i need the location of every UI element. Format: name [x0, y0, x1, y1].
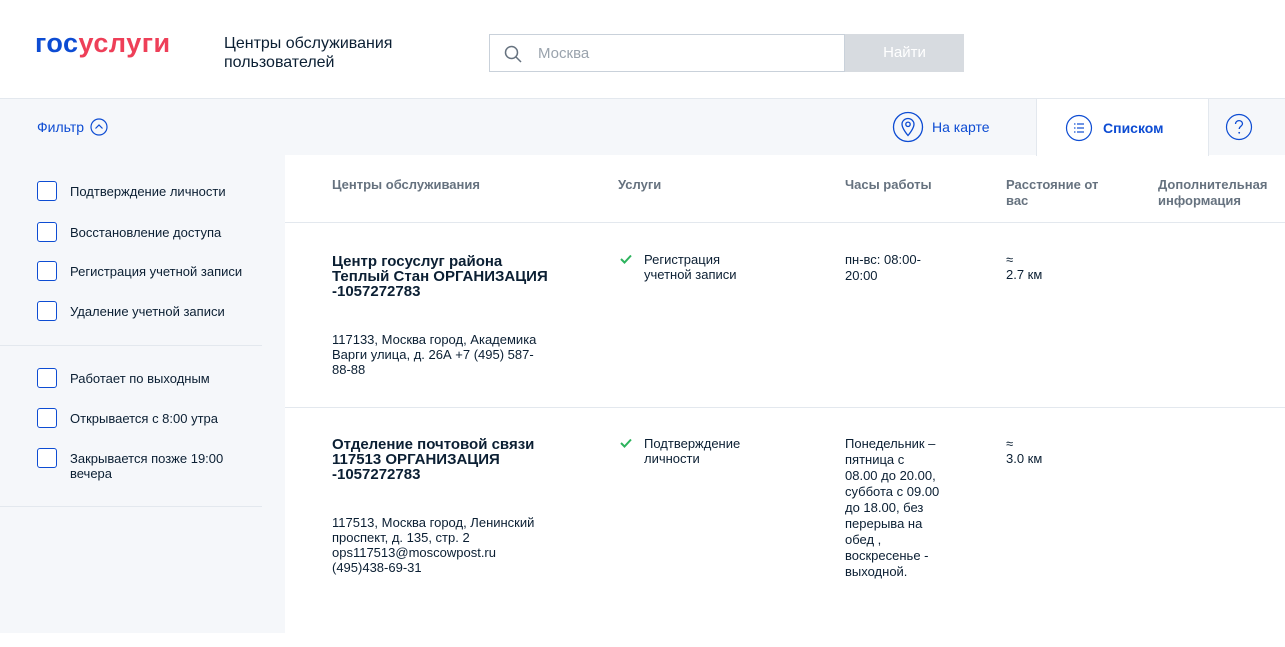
tab-list[interactable]: Списком [1036, 99, 1209, 156]
find-button[interactable]: Найти [845, 34, 964, 72]
filter-weekends[interactable]: Работает по выходным [37, 368, 260, 388]
center-address: 117133, Москва город, Академика Варги ул… [332, 332, 537, 377]
header: госуслуги Центры обслуживания пользовате… [0, 0, 1285, 99]
logo-part-gos: гос [35, 28, 79, 58]
column-header-services: Услуги [618, 177, 662, 192]
service-item: Регистрация учетной записи [618, 252, 754, 282]
distance-value: 3.0 км [1006, 451, 1043, 466]
filter-label: Подтверждение личности [70, 184, 226, 199]
filter-divider [0, 506, 262, 507]
filter-closes-after-19[interactable]: Закрывается позже 19:00 вечера [37, 448, 260, 481]
filter-label: Регистрация учетной записи [70, 264, 243, 279]
filter-divider [0, 345, 262, 346]
filter-label: Открывается с 8:00 утра [70, 411, 219, 426]
distance-approx: ≈ [1006, 252, 1014, 267]
distance: ≈ 2.7 км [1006, 252, 1042, 282]
service-label: Подтверждение личности [644, 436, 741, 466]
checkbox[interactable] [37, 448, 57, 468]
filter-toggle[interactable]: Фильтр [37, 118, 108, 136]
filter-label: Восстановление доступа [70, 225, 222, 240]
filter-sidebar: Подтверждение личности Восстановление до… [0, 155, 285, 633]
checkbox[interactable] [37, 222, 57, 242]
check-icon [620, 254, 632, 264]
filter-identity-confirmation[interactable]: Подтверждение личности [37, 181, 260, 201]
center-name[interactable]: Отделение почтовой связи 117513 ОРГАНИЗА… [332, 437, 562, 482]
search-icon [504, 45, 522, 63]
service-label: Регистрация учетной записи [644, 252, 737, 282]
column-header-hours: Часы работы [845, 177, 932, 192]
distance: ≈ 3.0 км [1006, 436, 1042, 466]
page-subtitle: Центры обслуживания пользователей [224, 35, 393, 71]
column-header-additional-info: Дополнительная информация [1158, 177, 1268, 208]
gosuslugi-logo[interactable]: госуслуги [35, 28, 171, 58]
working-hours: пн-вс: 08:00-20:00 [845, 252, 921, 283]
map-pin-icon [892, 111, 924, 143]
checkbox[interactable] [37, 261, 57, 281]
column-header-distance: Расстояние от вас [1006, 177, 1099, 208]
service-item: Подтверждение личности [618, 436, 754, 466]
question-icon[interactable] [1225, 113, 1253, 141]
toolbar: Фильтр На карте Списком [0, 99, 1285, 156]
check-icon [620, 438, 632, 448]
tab-map-label: На карте [932, 119, 990, 135]
filter-label: Удаление учетной записи [70, 304, 225, 319]
filter-label: Закрывается позже 19:00 вечера [70, 451, 224, 481]
distance-approx: ≈ [1006, 436, 1014, 451]
checkbox[interactable] [37, 408, 57, 428]
center-address: 117513, Москва город, Ленинский проспект… [332, 515, 535, 575]
column-header-centers: Центры обслуживания [332, 177, 480, 192]
filter-account-deletion[interactable]: Удаление учетной записи [37, 301, 260, 321]
table-header: Центры обслуживания Услуги Часы работы Р… [285, 155, 1285, 223]
table-row[interactable]: Центр госуслуг района Теплый Стан ОРГАНИ… [285, 222, 1285, 408]
filter-label: Фильтр [37, 119, 85, 135]
checkbox[interactable] [37, 181, 57, 201]
search-value: Москва [538, 45, 590, 62]
tab-map[interactable]: На карте [892, 111, 990, 143]
distance-value: 2.7 км [1006, 267, 1043, 282]
filter-opens-8am[interactable]: Открывается с 8:00 утра [37, 408, 260, 428]
tab-list-label: Списком [1103, 119, 1164, 136]
center-name[interactable]: Центр госуслуг района Теплый Стан ОРГАНИ… [332, 254, 562, 299]
logo-part-uslugi: услуги [78, 28, 171, 58]
list-icon [1065, 114, 1093, 141]
filter-label: Работает по выходным [70, 371, 210, 386]
checkbox[interactable] [37, 368, 57, 388]
checkbox[interactable] [37, 301, 57, 321]
search-input[interactable]: Москва [489, 34, 845, 72]
filter-account-registration[interactable]: Регистрация учетной записи [37, 261, 260, 281]
working-hours: Понедельник – пятница с 08.00 до 20.00, … [845, 436, 940, 579]
chevron-up-circle-icon [90, 118, 108, 136]
filter-access-recovery[interactable]: Восстановление доступа [37, 222, 260, 242]
table-row[interactable]: Отделение почтовой связи 117513 ОРГАНИЗА… [285, 407, 1285, 647]
